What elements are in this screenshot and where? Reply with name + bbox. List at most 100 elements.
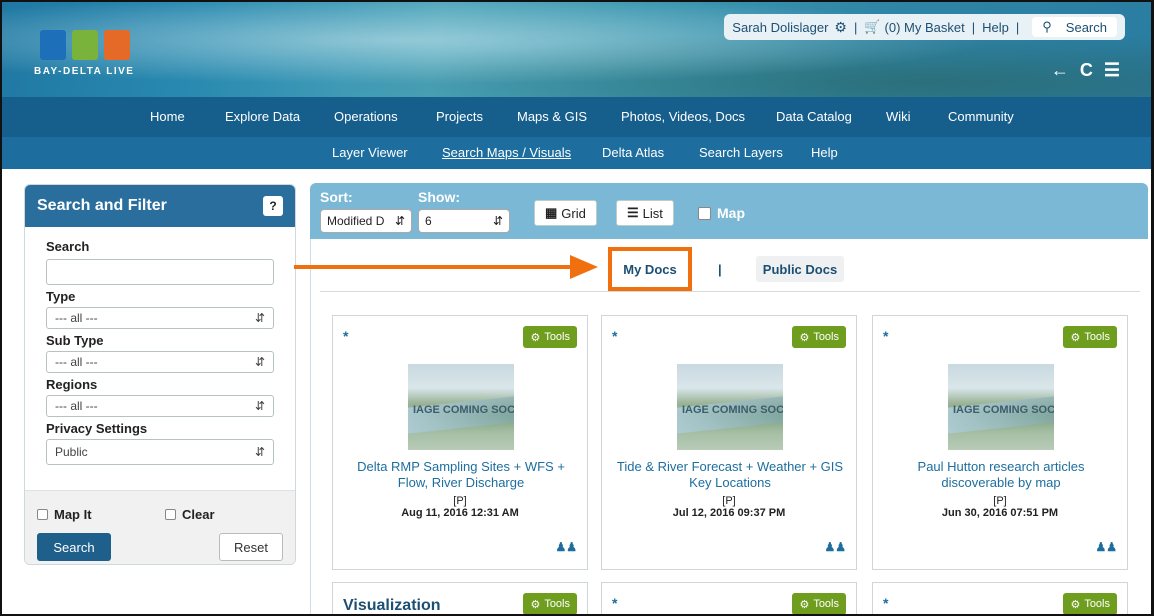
- help-button[interactable]: ?: [263, 196, 283, 216]
- map-it-option[interactable]: Map It: [37, 507, 92, 522]
- privacy-select-value: Public: [55, 445, 88, 459]
- list-label: List: [642, 205, 663, 221]
- nav-operations[interactable]: Operations: [334, 109, 398, 124]
- nav-photos-videos-docs[interactable]: Photos, Videos, Docs: [621, 109, 745, 124]
- annotation-arrow-line: [294, 265, 574, 269]
- gear-icon: ⚙: [530, 331, 541, 344]
- favorite-star-icon[interactable]: *: [612, 595, 617, 611]
- result-card[interactable]: * ⚙ Tools IAGE COMING SOC Paul Hutton res…: [872, 315, 1128, 570]
- map-checkbox[interactable]: [698, 206, 711, 220]
- nav-explore-data[interactable]: Explore Data: [225, 109, 300, 124]
- card-date: Jun 30, 2016 07:51 PM: [941, 507, 1059, 519]
- card-privacy: [P]: [993, 495, 1007, 507]
- subnav-search-maps-visuals[interactable]: Search Maps / Visuals: [442, 145, 571, 160]
- search-filter-panel: Search and Filter ? Search Type --- all …: [24, 184, 296, 565]
- tools-button[interactable]: ⚙ Tools: [1063, 593, 1117, 614]
- regions-select-value: --- all ---: [55, 399, 98, 413]
- panel-footer: Map It Clear Search Reset: [25, 490, 295, 564]
- select-arrows-icon: ⇵: [394, 214, 405, 228]
- show-label: Show:: [418, 189, 460, 205]
- tools-button[interactable]: ⚙ Tools: [523, 326, 577, 348]
- thumbnail-placeholder-text: IAGE COMING SOC: [412, 404, 514, 416]
- group-icon[interactable]: ♟♟: [555, 540, 577, 554]
- nav-maps-gis[interactable]: Maps & GIS: [517, 109, 587, 124]
- subtype-select[interactable]: --- all --- ⇵: [46, 351, 274, 373]
- share-controls-icon[interactable]: ← C ☰: [1051, 60, 1123, 81]
- list-icon: ☰: [627, 205, 639, 220]
- map-toggle[interactable]: Map: [698, 205, 745, 221]
- result-card[interactable]: * ⚙ Tools: [872, 582, 1128, 614]
- group-icon[interactable]: ♟♟: [824, 540, 846, 554]
- tools-label: Tools: [813, 598, 839, 610]
- tools-button[interactable]: ⚙ Tools: [792, 326, 846, 348]
- regions-select[interactable]: --- all --- ⇵: [46, 395, 274, 417]
- tools-button[interactable]: ⚙ Tools: [792, 593, 846, 614]
- header-search[interactable]: ⚲ Search: [1032, 17, 1117, 37]
- result-card[interactable]: * ⚙ Tools: [601, 582, 857, 614]
- tools-button[interactable]: ⚙ Tools: [523, 593, 577, 614]
- basket-link[interactable]: (0) My Basket: [885, 20, 965, 35]
- card-title-link[interactable]: Paul Hutton research articles discoverab…: [883, 459, 1119, 491]
- thumbnail-placeholder-text: IAGE COMING SOC: [681, 404, 783, 416]
- gear-icon[interactable]: ⚙: [834, 19, 847, 36]
- grid-label: Grid: [561, 205, 586, 221]
- search-button[interactable]: Search: [37, 533, 111, 561]
- tools-label: Tools: [813, 331, 839, 343]
- favorite-star-icon[interactable]: *: [883, 595, 888, 611]
- tab-separator: |: [718, 262, 722, 277]
- help-link[interactable]: Help: [982, 20, 1009, 35]
- clear-checkbox[interactable]: [165, 509, 176, 520]
- card-title-link[interactable]: Delta RMP Sampling Sites + WFS + Flow, R…: [343, 459, 579, 491]
- result-card[interactable]: * ⚙ Tools IAGE COMING SOC Tide & River Fo…: [601, 315, 857, 570]
- sort-select[interactable]: Modified D ⇵: [320, 209, 412, 233]
- card-heading: Visualization: [343, 597, 441, 614]
- privacy-select[interactable]: Public ⇵: [46, 439, 274, 465]
- result-card[interactable]: Visualization ⚙ Tools: [332, 582, 588, 614]
- subnav-search-layers[interactable]: Search Layers: [699, 145, 783, 160]
- subnav-layer-viewer[interactable]: Layer Viewer: [332, 145, 408, 160]
- reset-button[interactable]: Reset: [219, 533, 283, 561]
- show-select[interactable]: 6 ⇵: [418, 209, 510, 233]
- favorite-star-icon[interactable]: *: [343, 328, 348, 344]
- privacy-label: Privacy Settings: [46, 421, 148, 436]
- tab-my-docs[interactable]: My Docs: [608, 247, 692, 291]
- basket-icon[interactable]: 🛒: [864, 19, 880, 35]
- nav-data-catalog[interactable]: Data Catalog: [776, 109, 852, 124]
- clear-option[interactable]: Clear: [165, 507, 215, 522]
- card-thumbnail[interactable]: IAGE COMING SOC: [408, 364, 514, 450]
- gear-icon: ⚙: [1070, 598, 1081, 611]
- favorite-star-icon[interactable]: *: [883, 328, 888, 344]
- separator: |: [1015, 19, 1020, 35]
- tab-public-docs[interactable]: Public Docs: [756, 256, 844, 282]
- nav-home[interactable]: Home: [150, 109, 185, 124]
- card-thumbnail[interactable]: IAGE COMING SOC: [948, 364, 1054, 450]
- plant-icon: [72, 30, 98, 60]
- secondary-nav: Layer Viewer Search Maps / Visuals Delta…: [2, 137, 1151, 169]
- group-icon[interactable]: ♟♟: [1095, 540, 1117, 554]
- bird-icon: [104, 30, 130, 60]
- tools-button[interactable]: ⚙ Tools: [1063, 326, 1117, 348]
- subnav-delta-atlas[interactable]: Delta Atlas: [602, 145, 664, 160]
- site-logo[interactable]: BAY-DELTA LIVE: [32, 30, 172, 80]
- card-date: Jul 12, 2016 09:37 PM: [672, 507, 786, 519]
- sort-toolbar: Sort: Modified D ⇵ Show: 6 ⇵ ▦ Grid ☰ Li…: [310, 183, 1148, 239]
- subnav-help[interactable]: Help: [811, 145, 838, 160]
- search-input[interactable]: [46, 259, 274, 285]
- nav-wiki[interactable]: Wiki: [886, 109, 911, 124]
- grid-view-button[interactable]: ▦ Grid: [534, 200, 597, 226]
- type-select[interactable]: --- all --- ⇵: [46, 307, 274, 329]
- card-title-link[interactable]: Tide & River Forecast + Weather + GIS Ke…: [612, 459, 848, 491]
- map-it-checkbox[interactable]: [37, 509, 48, 520]
- list-view-button[interactable]: ☰ List: [616, 200, 674, 226]
- select-arrows-icon: ⇵: [254, 311, 265, 325]
- separator: |: [971, 19, 976, 35]
- user-name-link[interactable]: Sarah Dolislager: [732, 20, 828, 35]
- search-label: Search: [46, 239, 90, 254]
- nav-projects[interactable]: Projects: [436, 109, 483, 124]
- favorite-star-icon[interactable]: *: [612, 328, 617, 344]
- select-arrows-icon: ⇵: [254, 355, 265, 369]
- regions-label: Regions: [46, 377, 98, 392]
- result-card[interactable]: * ⚙ Tools IAGE COMING SOC Delta RMP Sampl…: [332, 315, 588, 570]
- card-thumbnail[interactable]: IAGE COMING SOC: [677, 364, 783, 450]
- nav-community[interactable]: Community: [948, 109, 1014, 124]
